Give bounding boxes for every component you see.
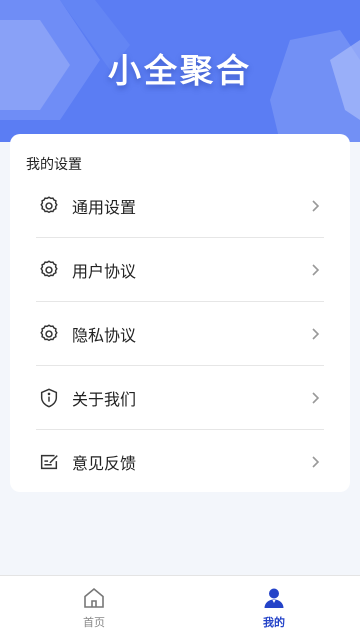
menu-item-label: 通用设置 (72, 197, 137, 217)
chevron-right-icon (308, 327, 322, 341)
chevron-right-icon (308, 263, 322, 277)
section-title: 我的设置 (26, 157, 82, 173)
menu-item-label: 关于我们 (72, 389, 137, 409)
app-title: 小全聚合 (108, 51, 252, 90)
menu-item-feedback[interactable]: 意见反馈 (36, 430, 324, 494)
tab-mine[interactable]: 我的 (184, 576, 360, 640)
info-shield-icon (38, 387, 60, 409)
menu-item-label: 意见反馈 (72, 454, 137, 473)
gear-icon (38, 323, 60, 345)
user-icon (262, 586, 286, 610)
gear-icon (38, 259, 60, 281)
menu-item-label: 用户协议 (72, 261, 137, 281)
tab-label: 我的 (263, 616, 285, 629)
gear-icon (38, 195, 60, 217)
tab-home[interactable]: 首页 (4, 576, 184, 640)
menu-item-label: 隐私协议 (72, 325, 137, 345)
menu-item-user-agreement[interactable]: 用户协议 (36, 238, 324, 302)
header-banner: 小全聚合 (0, 0, 360, 142)
home-icon (82, 586, 106, 610)
settings-card: 我的设置 通用设置 用户协议 隐私协议 关于我们 意见反馈 (10, 134, 350, 492)
bottom-tab-bar: 首页 我的 (0, 575, 360, 640)
menu-item-general-settings[interactable]: 通用设置 (36, 174, 324, 238)
tab-label: 首页 (83, 616, 105, 629)
feedback-icon (38, 451, 60, 473)
menu-item-privacy-policy[interactable]: 隐私协议 (36, 302, 324, 366)
chevron-right-icon (308, 391, 322, 405)
chevron-right-icon (308, 199, 322, 213)
chevron-right-icon (308, 455, 322, 469)
menu-item-about-us[interactable]: 关于我们 (36, 366, 324, 430)
